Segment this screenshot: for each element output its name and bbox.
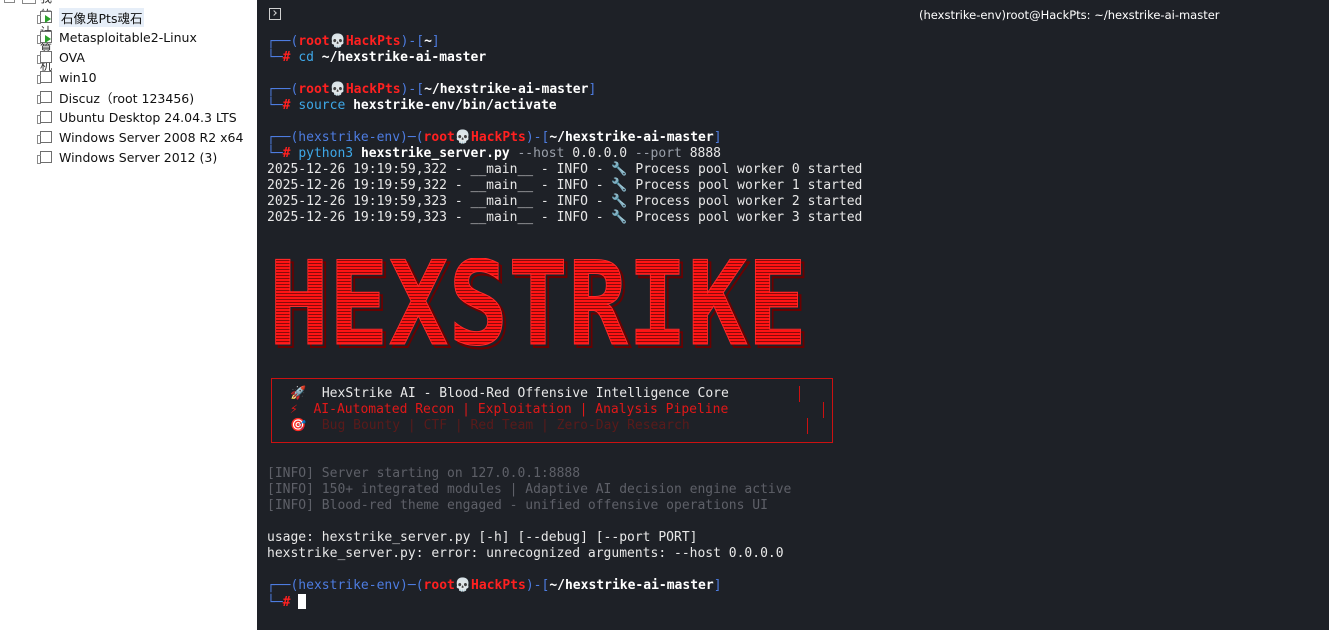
vm-item-label: OVA (59, 49, 85, 65)
collapse-icon[interactable] (4, 0, 15, 3)
vm-item-win10[interactable]: win10 (37, 67, 97, 87)
box-line-pipeline: ⚡ AI-Automated Recon | Exploitation | An… (290, 402, 729, 417)
info-line: [INFO] Server starting on 127.0.0.1:8888 (267, 466, 581, 481)
prompt-symbol: # (282, 98, 291, 113)
command-name: source (298, 98, 346, 113)
command-option: --port (634, 146, 682, 161)
prompt-line: ┌──(hexstrike-env)─(root💀HackPts)-[~/hex… (267, 130, 722, 145)
computer-icon (22, 0, 36, 4)
box-edge (807, 418, 808, 434)
error-line: hexstrike_server.py: error: unrecognized… (267, 546, 784, 561)
command-name: cd (298, 50, 314, 65)
vm-running-icon (37, 31, 52, 44)
vm-icon (37, 91, 52, 104)
terminal-icon[interactable] (269, 8, 281, 20)
prompt-host: HackPts (345, 82, 401, 97)
prompt-user: root (298, 82, 330, 97)
vm-icon (37, 111, 52, 124)
prompt-symbol: # (282, 50, 291, 65)
command-arg: ~/hexstrike-ai-master (321, 50, 487, 65)
vm-item-ova[interactable]: OVA (37, 47, 85, 67)
prompt-line: ┌──(root💀HackPts)-[~] (267, 34, 440, 49)
command-value: 0.0.0.0 (572, 146, 628, 161)
prompt-venv: (hexstrike-env) (290, 578, 408, 593)
hexstrike-logo: HEXSTRIKE HEXSTRIKE (269, 258, 812, 350)
hexstrike-banner: HEXSTRIKE HEXSTRIKE (267, 258, 812, 350)
text-cursor (298, 594, 307, 609)
prompt-line: ┌──(root💀HackPts)-[~/hexstrike-ai-master… (267, 82, 597, 97)
usage-line: usage: hexstrike_server.py [-h] [--debug… (267, 530, 698, 545)
vm-item-label: Metasploitable2-Linux (59, 29, 197, 45)
vm-icon (37, 51, 52, 64)
box-line-core: 🚀 HexStrike AI - Blood-Red Offensive Int… (290, 386, 729, 401)
log-line: 2025-12-26 19:19:59,322 - __main__ - INF… (267, 162, 863, 177)
vm-icon (37, 131, 52, 144)
prompt-dir: ~/hexstrike-ai-master (549, 578, 714, 593)
box-edge (823, 402, 824, 418)
vm-library-panel: 我的计算机 石像鬼Pts魂石 Metasploitable2-Linux OVA… (0, 0, 251, 630)
skull-icon: 💀 (454, 578, 472, 593)
vm-item-label: win10 (59, 69, 97, 85)
vm-item-label: Windows Server 2008 R2 x64 (59, 129, 244, 145)
vm-item-label: Windows Server 2012 (3) (59, 149, 218, 165)
command-option: --host (517, 146, 565, 161)
vm-item-windows-server-2012[interactable]: Windows Server 2012 (3) (37, 147, 218, 167)
command-value: 8888 (689, 146, 722, 161)
prompt-dir: ~/hexstrike-ai-master (549, 130, 714, 145)
prompt-venv: (hexstrike-env) (290, 130, 408, 145)
vm-item-windows-server-2008[interactable]: Windows Server 2008 R2 x64 (37, 127, 244, 147)
prompt-line: ┌──(hexstrike-env)─(root💀HackPts)-[~/hex… (267, 578, 722, 593)
prompt-dir: ~ (424, 34, 432, 49)
vm-item-discuz[interactable]: Discuz（root 123456) (37, 87, 195, 107)
box-line-research: 🎯 Bug Bounty | CTF | Red Team | Zero-Day… (290, 418, 690, 433)
box-edge (799, 386, 800, 402)
vm-item-shixianggui[interactable]: 石像鬼Pts魂石 (37, 7, 145, 27)
vm-item-label: Ubuntu Desktop 24.04.3 LTS (59, 109, 237, 125)
command-line: └─# source hexstrike-env/bin/activate (267, 98, 557, 113)
vm-running-icon (37, 11, 52, 24)
log-line: 2025-12-26 19:19:59,322 - __main__ - INF… (267, 178, 863, 193)
skull-icon: 💀 (454, 130, 472, 145)
vm-icon (37, 71, 52, 84)
terminal-titlebar: (hexstrike-env)root@HackPts: ~/hexstrike… (257, 0, 1329, 30)
vm-item-metasploitable2[interactable]: Metasploitable2-Linux (37, 27, 197, 47)
feature-box: 🚀 HexStrike AI - Blood-Red Offensive Int… (271, 378, 833, 443)
input-line[interactable]: └─# (267, 594, 307, 610)
banner-text: HEXSTRIKE (269, 258, 807, 350)
prompt-host: HackPts (471, 578, 526, 593)
prompt-host: HackPts (345, 34, 401, 49)
log-line: 2025-12-26 19:19:59,323 - __main__ - INF… (267, 194, 863, 209)
info-line: [INFO] Blood-red theme engaged - unified… (267, 498, 768, 513)
command-arg: hexstrike-env/bin/activate (353, 98, 557, 113)
vm-item-label: 石像鬼Pts魂石 (59, 7, 145, 27)
command-name: python3 (298, 146, 354, 161)
prompt-host: HackPts (471, 130, 526, 145)
prompt-dir: ~/hexstrike-ai-master (424, 82, 589, 97)
prompt-user: root (298, 34, 330, 49)
info-line: [INFO] 150+ integrated modules | Adaptiv… (267, 482, 792, 497)
vm-icon (37, 151, 52, 164)
vm-item-label: Discuz（root 123456) (59, 90, 195, 106)
vm-item-ubuntu-desktop[interactable]: Ubuntu Desktop 24.04.3 LTS (37, 107, 237, 127)
command-arg: hexstrike_server.py (360, 146, 510, 161)
window-title: (hexstrike-env)root@HackPts: ~/hexstrike… (919, 8, 1220, 22)
terminal-window[interactable]: (hexstrike-env)root@HackPts: ~/hexstrike… (257, 0, 1329, 630)
prompt-user: root (423, 130, 455, 145)
prompt-symbol: # (282, 595, 291, 610)
prompt-user: root (423, 578, 455, 593)
skull-icon: 💀 (329, 34, 346, 49)
command-line: └─# cd ~/hexstrike-ai-master (267, 50, 487, 65)
prompt-symbol: # (282, 146, 291, 161)
skull-icon: 💀 (329, 82, 346, 97)
log-line: 2025-12-26 19:19:59,323 - __main__ - INF… (267, 210, 863, 225)
command-line: └─# python3 hexstrike_server.py --host 0… (267, 146, 722, 161)
